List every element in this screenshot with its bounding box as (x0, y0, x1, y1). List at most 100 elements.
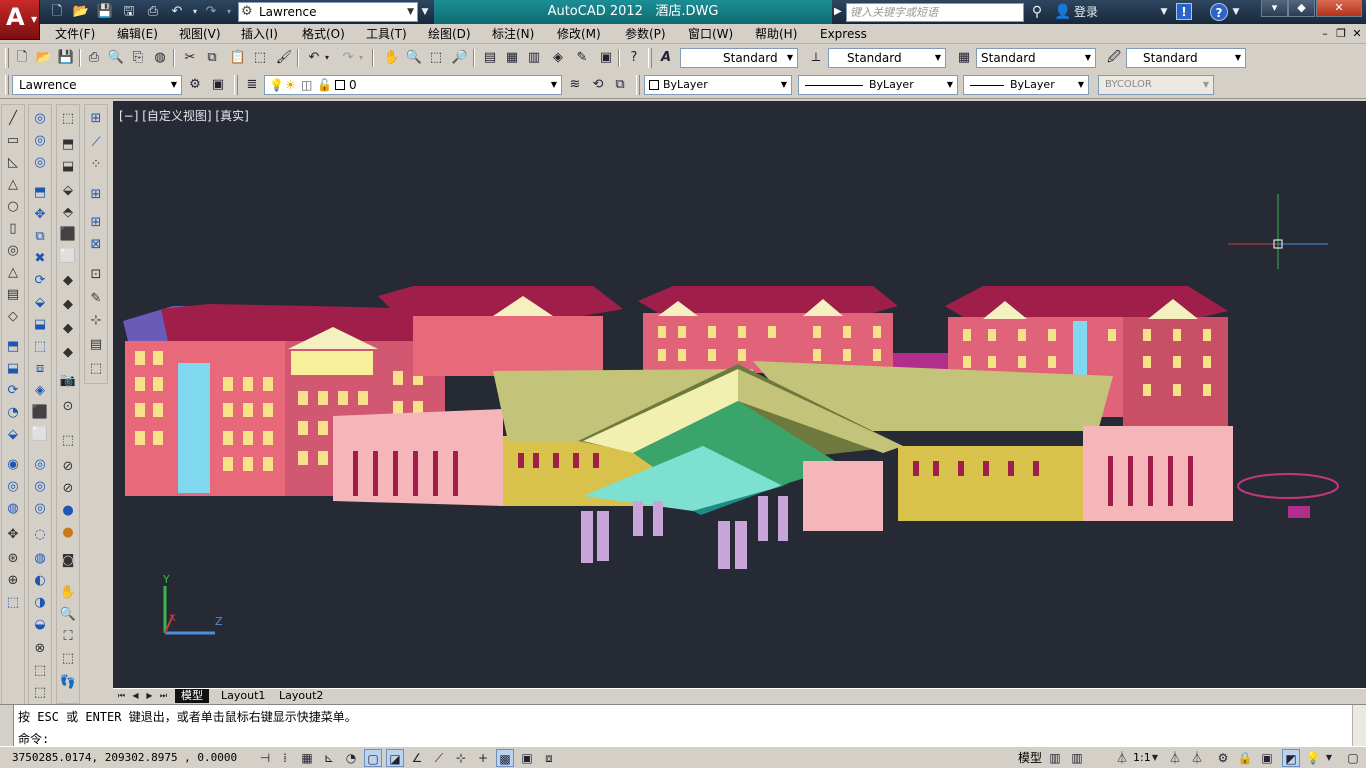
delete-viewport-icon[interactable]: ⊠ (86, 235, 106, 255)
command-scrollbar[interactable] (1352, 705, 1366, 747)
lock-ui-icon[interactable]: 🔒 (1236, 749, 1254, 767)
next-tab-icon[interactable]: ▶ (144, 690, 155, 702)
edit-block-icon[interactable]: ✎ (86, 289, 106, 309)
nw-iso-icon[interactable]: ◆ (58, 343, 78, 363)
transparency-icon[interactable]: ▩ (496, 749, 514, 767)
separate-icon[interactable]: ◍ (30, 549, 50, 569)
zoom-realtime-icon[interactable]: 🔍 (404, 48, 424, 68)
status-menu-icon[interactable]: ▼ (1324, 749, 1334, 767)
3d-object-snap-icon[interactable]: ◪ (386, 749, 404, 767)
doc-close-button[interactable]: ✕ (1350, 27, 1364, 41)
page-setup-icon[interactable]: ▤ (86, 335, 106, 355)
layer-manager-icon[interactable]: ≣ (242, 75, 262, 95)
check-icon[interactable]: ◑ (30, 593, 50, 613)
union-icon[interactable]: ◉ (3, 455, 23, 475)
model-space-button[interactable]: 模型 (1018, 750, 1042, 766)
front-view-icon[interactable]: ⬛ (58, 225, 78, 245)
grid-display-icon[interactable]: ▦ (298, 749, 316, 767)
menu-modify[interactable]: 修改(M) (557, 26, 601, 42)
viewports-icon[interactable]: ⊞ (86, 109, 106, 129)
solid-union-icon[interactable]: ◎ (30, 455, 50, 475)
polysolid-icon[interactable]: ◎ (30, 109, 50, 129)
construction-line-icon[interactable]: ▭ (3, 131, 23, 151)
circle-icon[interactable]: ○ (3, 197, 23, 217)
table-style-dropdown[interactable]: Standard ▼ (976, 48, 1096, 68)
loft-icon[interactable]: ⬙ (3, 425, 23, 445)
plot-icon[interactable]: ⎙ (144, 3, 162, 21)
annotation-scale-icon[interactable]: ⏃ (1113, 749, 1131, 767)
object-snap-icon[interactable]: ▢ (364, 749, 382, 767)
design-center-icon[interactable]: ▦ (502, 48, 522, 68)
search-expand-icon[interactable]: ▶ (834, 3, 844, 21)
line-icon[interactable]: ╱ (3, 109, 23, 129)
revolve-icon[interactable]: ◔ (3, 403, 23, 423)
dim-style-icon[interactable]: ⟂ (806, 48, 826, 68)
polar-tracking-icon[interactable]: ◔ (342, 749, 360, 767)
interfere-icon[interactable]: ◈ (30, 381, 50, 401)
close-button[interactable]: ✕ (1316, 0, 1362, 17)
menu-draw[interactable]: 绘图(D) (428, 26, 471, 42)
color-dropdown[interactable]: ByLayer ▼ (644, 75, 792, 95)
torus-icon[interactable]: ✖ (30, 249, 50, 269)
solid-intersect-icon[interactable]: ◎ (30, 499, 50, 519)
toolbar-grip[interactable] (234, 75, 238, 95)
mleader-style-dropdown[interactable]: Standard ▼ (1126, 48, 1246, 68)
toolbar-grip[interactable] (5, 48, 9, 68)
dynamic-input-icon[interactable]: ⊹ (452, 749, 470, 767)
rectangle-icon[interactable]: ▯ (3, 219, 23, 239)
doc-minimize-button[interactable]: – (1318, 27, 1332, 41)
named-viewport-icon[interactable]: ⁘ (86, 155, 106, 175)
quickcalc-icon[interactable]: ▣ (596, 48, 616, 68)
markup-icon[interactable]: ✎ (572, 48, 592, 68)
extract-edges-icon[interactable]: ⬜ (30, 425, 50, 445)
sphere-icon[interactable]: ✥ (30, 205, 50, 225)
properties-icon[interactable]: ▤ (480, 48, 500, 68)
cone-icon[interactable]: △ (3, 263, 23, 283)
top-view-icon[interactable]: ⬒ (58, 135, 78, 155)
command-window-grip[interactable] (0, 705, 14, 747)
zoom-previous-icon[interactable]: 🔎 (450, 48, 470, 68)
lineweight-dropdown[interactable]: ByLayer ▼ (963, 75, 1089, 95)
convert-viewport-icon[interactable]: ⊡ (86, 265, 106, 285)
polygon-icon[interactable]: △ (3, 175, 23, 195)
menu-dimension[interactable]: 标注(N) (492, 26, 534, 42)
2d-wireframe-icon[interactable]: ⊘ (58, 457, 78, 477)
menu-window[interactable]: 窗口(W) (688, 26, 733, 42)
hardware-accel-icon[interactable]: ▣ (1258, 749, 1276, 767)
table-style-icon[interactable]: ▦ (954, 48, 974, 68)
3d-move-icon[interactable]: ✥ (3, 525, 23, 545)
workspace-dropdown[interactable]: ⚙ Lawrence ▼ (238, 2, 418, 22)
ducs-icon[interactable]: ⟋ (430, 749, 448, 767)
hatch-icon[interactable]: ▤ (3, 285, 23, 305)
layer-state-icon[interactable]: ⧉ (610, 75, 630, 95)
walk-icon[interactable]: ⛶ (58, 627, 78, 647)
clean-screen-icon[interactable]: ▢ (1344, 749, 1362, 767)
pan-realtime-icon[interactable]: ✋ (58, 583, 78, 603)
ortho-mode-icon[interactable]: ⊾ (320, 749, 338, 767)
eraser-icon[interactable]: ◇ (3, 307, 23, 327)
menu-help[interactable]: 帮助(H) (755, 26, 797, 42)
annotation-visibility-icon[interactable]: ⏃ (1166, 749, 1184, 767)
named-views-icon[interactable]: ⬚ (58, 109, 78, 129)
binoculars-icon[interactable]: ⚲ (1028, 3, 1046, 21)
help-button[interactable]: ? (1210, 3, 1228, 21)
command-prompt[interactable]: 命令: (18, 730, 49, 747)
ne-iso-icon[interactable]: ◆ (58, 319, 78, 339)
undo-icon[interactable]: ↶ (168, 3, 186, 21)
login-dropdown-icon[interactable]: ▼ (1158, 3, 1170, 21)
workspace-save-icon[interactable]: ▣ (208, 75, 228, 95)
workspace-settings-icon[interactable]: ⚙ (185, 75, 205, 95)
conceptual-icon[interactable]: ● (58, 523, 78, 543)
subtract-icon[interactable]: ◎ (3, 477, 23, 497)
paste-dropdown-icon[interactable]: ⬚ (250, 48, 270, 68)
tab-layout1[interactable]: Layout1 (215, 689, 271, 703)
prev-tab-icon[interactable]: ◀ (130, 690, 141, 702)
presspull-icon[interactable]: ⬓ (3, 359, 23, 379)
3d-print-icon[interactable]: ◍ (150, 48, 170, 68)
redo-icon[interactable]: ↷ (202, 3, 220, 21)
workspace-switch-icon[interactable]: ⚙ (1214, 749, 1232, 767)
flatshot-icon[interactable]: ⬛ (30, 403, 50, 423)
redo-dropdown-icon[interactable]: ▾ (356, 48, 366, 68)
quick-properties-icon[interactable]: ▣ (518, 749, 536, 767)
make-current-layer-icon[interactable]: ≋ (565, 75, 585, 95)
